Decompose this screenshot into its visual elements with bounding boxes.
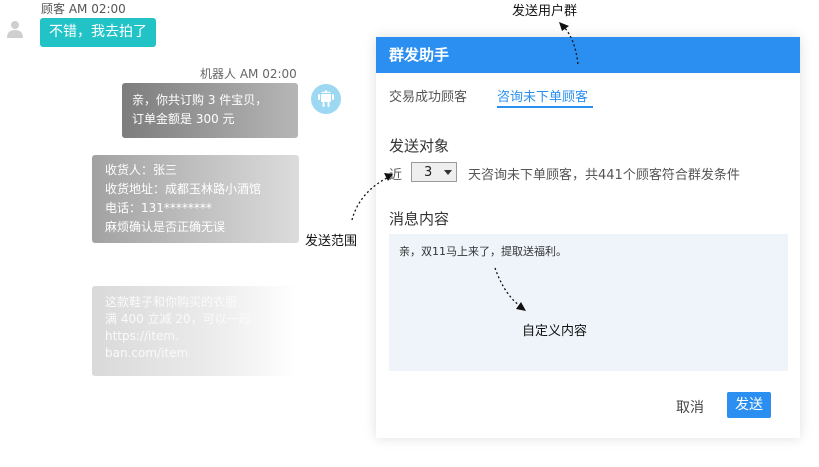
cancel-button[interactable]: 取消: [676, 397, 704, 417]
customer-message-bubble: 不错，我去拍了: [40, 18, 156, 47]
address-line: 收货人：张三: [105, 163, 178, 177]
robot-message-line: 订单金额是 300 元: [132, 112, 235, 126]
send-target-title: 发送对象: [389, 137, 450, 155]
message-content-text: 亲，双11马上来了，提取送福利。: [399, 245, 567, 258]
faded-line: https://item.: [105, 329, 179, 343]
near-label: 近: [389, 168, 403, 183]
customer-avatar-icon: [7, 20, 23, 38]
android-robot-icon: [318, 90, 334, 107]
days-select-value: 3: [424, 165, 433, 180]
annotation-send-range: 发送范围: [305, 234, 358, 249]
annotation-send-group: 发送用户群: [512, 4, 578, 19]
send-button[interactable]: 发送: [727, 392, 771, 418]
active-tab-indicator: [497, 106, 593, 108]
annotation-custom-content: 自定义内容: [522, 324, 588, 339]
days-select[interactable]: 3: [411, 162, 457, 182]
customer-meta: 顾客 AM 02:00: [41, 2, 126, 16]
address-confirm-bubble: 收货人：张三 收货地址：成都玉林路小酒馆 电话：131******** 麻烦确认…: [92, 155, 299, 243]
faded-line: 这款鞋子和你购买的衣服: [105, 295, 238, 309]
address-line: 电话：131********: [105, 201, 212, 215]
dialog-title: 群发助手: [376, 37, 800, 73]
address-line: 麻烦确认是否正确无误: [105, 220, 226, 234]
tab-successful-customers[interactable]: 交易成功顾客: [389, 86, 467, 105]
tab-inquiry-no-order[interactable]: 咨询未下单顾客: [497, 86, 588, 105]
dropdown-arrow-icon: [444, 170, 452, 175]
robot-meta: 机器人 AM 02:00: [200, 67, 297, 81]
arrow-to-tab-head: [559, 22, 569, 31]
message-content-title: 消息内容: [389, 210, 450, 228]
faded-line: 满 400 立减 20，可以一起: [105, 312, 251, 326]
message-content-textarea[interactable]: 亲，双11马上来了，提取送福利。: [389, 234, 788, 371]
mass-send-dialog: 群发助手 交易成功顾客 咨询未下单顾客 发送对象 近 3 天咨询未下单顾客，共4…: [376, 37, 800, 438]
range-description: 天咨询未下单顾客，共441个顾客符合群发条件: [468, 168, 740, 183]
faded-line: ban.com/item: [105, 346, 189, 360]
faded-message-bubble: 这款鞋子和你购买的衣服 满 400 立减 20，可以一起 https://ite…: [92, 286, 297, 376]
robot-message-line: 亲，你共订购 3 件宝贝，: [132, 93, 268, 107]
robot-avatar: [311, 84, 341, 114]
robot-message-bubble: 亲，你共订购 3 件宝贝， 订单金额是 300 元: [122, 83, 298, 138]
address-line: 收货地址：成都玉林路小酒馆: [105, 182, 262, 196]
